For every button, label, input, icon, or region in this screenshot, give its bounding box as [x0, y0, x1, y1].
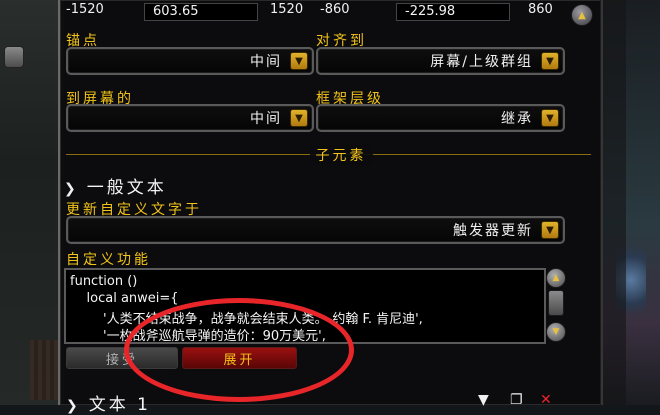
- to-screen-dropdown[interactable]: 中间 ▼: [66, 104, 314, 132]
- y-min-value: -860: [320, 2, 350, 17]
- code-line: '一枚战斧巡航导弹的造价：90万美元',: [70, 329, 326, 344]
- anchor-value: 中间: [250, 54, 282, 70]
- x-min-value: -1520: [66, 2, 104, 17]
- chevron-down-icon[interactable]: ▼: [541, 52, 559, 70]
- general-text-header[interactable]: ❯ 一般文本: [64, 173, 167, 198]
- anchor-dropdown[interactable]: 中间 ▼: [66, 47, 314, 75]
- align-to-dropdown[interactable]: 屏幕/上级群组 ▼: [316, 47, 565, 75]
- accept-button[interactable]: 接受: [66, 347, 178, 369]
- chevron-down-icon[interactable]: ▼: [541, 221, 559, 239]
- chevron-down-icon[interactable]: ▼: [290, 109, 308, 127]
- panel-scroll-strip: [600, 0, 626, 405]
- to-screen-value: 中间: [250, 111, 282, 127]
- text1-header[interactable]: ❯ 文本 1: [66, 390, 151, 415]
- y-offset-field[interactable]: -225.98: [396, 3, 510, 21]
- subelements-title: 子元素: [309, 145, 373, 165]
- move-down-icon[interactable]: ▼: [478, 392, 489, 408]
- general-text-title: 一般文本: [86, 178, 167, 198]
- collapse-up-icon[interactable]: ▲: [571, 4, 593, 26]
- chevron-down-icon[interactable]: ▼: [541, 109, 559, 127]
- scrollbar-thumb[interactable]: [548, 290, 564, 316]
- duplicate-icon[interactable]: ❐: [510, 392, 523, 408]
- game-background-left: [0, 0, 64, 405]
- chevron-down-icon[interactable]: ❯: [66, 398, 81, 414]
- x-offset-field[interactable]: 603.65: [144, 3, 258, 21]
- drag-handle[interactable]: [4, 46, 24, 68]
- y-max-value: 860: [528, 2, 553, 17]
- scroll-up-icon[interactable]: ▲: [546, 268, 566, 288]
- subelements-title-row: 子元素: [0, 145, 660, 165]
- frame-strata-value: 继承: [501, 111, 533, 127]
- delete-icon[interactable]: ✕: [540, 392, 552, 408]
- custom-function-editor[interactable]: function () local anwei={ '人类不结束战争，战争就会结…: [64, 268, 546, 344]
- code-line: function (): [70, 274, 138, 289]
- scroll-down-icon[interactable]: ▼: [546, 322, 566, 342]
- frame-strata-dropdown[interactable]: 继承 ▼: [316, 104, 565, 132]
- custom-function-label: 自定义功能: [66, 252, 151, 268]
- align-to-value: 屏幕/上级群组: [430, 54, 533, 70]
- text1-title: 文本 1: [88, 395, 151, 415]
- update-custom-text-dropdown[interactable]: 触发器更新 ▼: [66, 216, 565, 244]
- x-max-value: 1520: [270, 2, 304, 17]
- expand-button[interactable]: 展开: [182, 347, 297, 369]
- code-line: local anwei={: [70, 291, 179, 306]
- chevron-down-icon[interactable]: ▼: [290, 52, 308, 70]
- update-custom-text-value: 触发器更新: [453, 223, 533, 239]
- background-decoration: [30, 340, 60, 400]
- chevron-down-icon[interactable]: ❯: [64, 181, 79, 197]
